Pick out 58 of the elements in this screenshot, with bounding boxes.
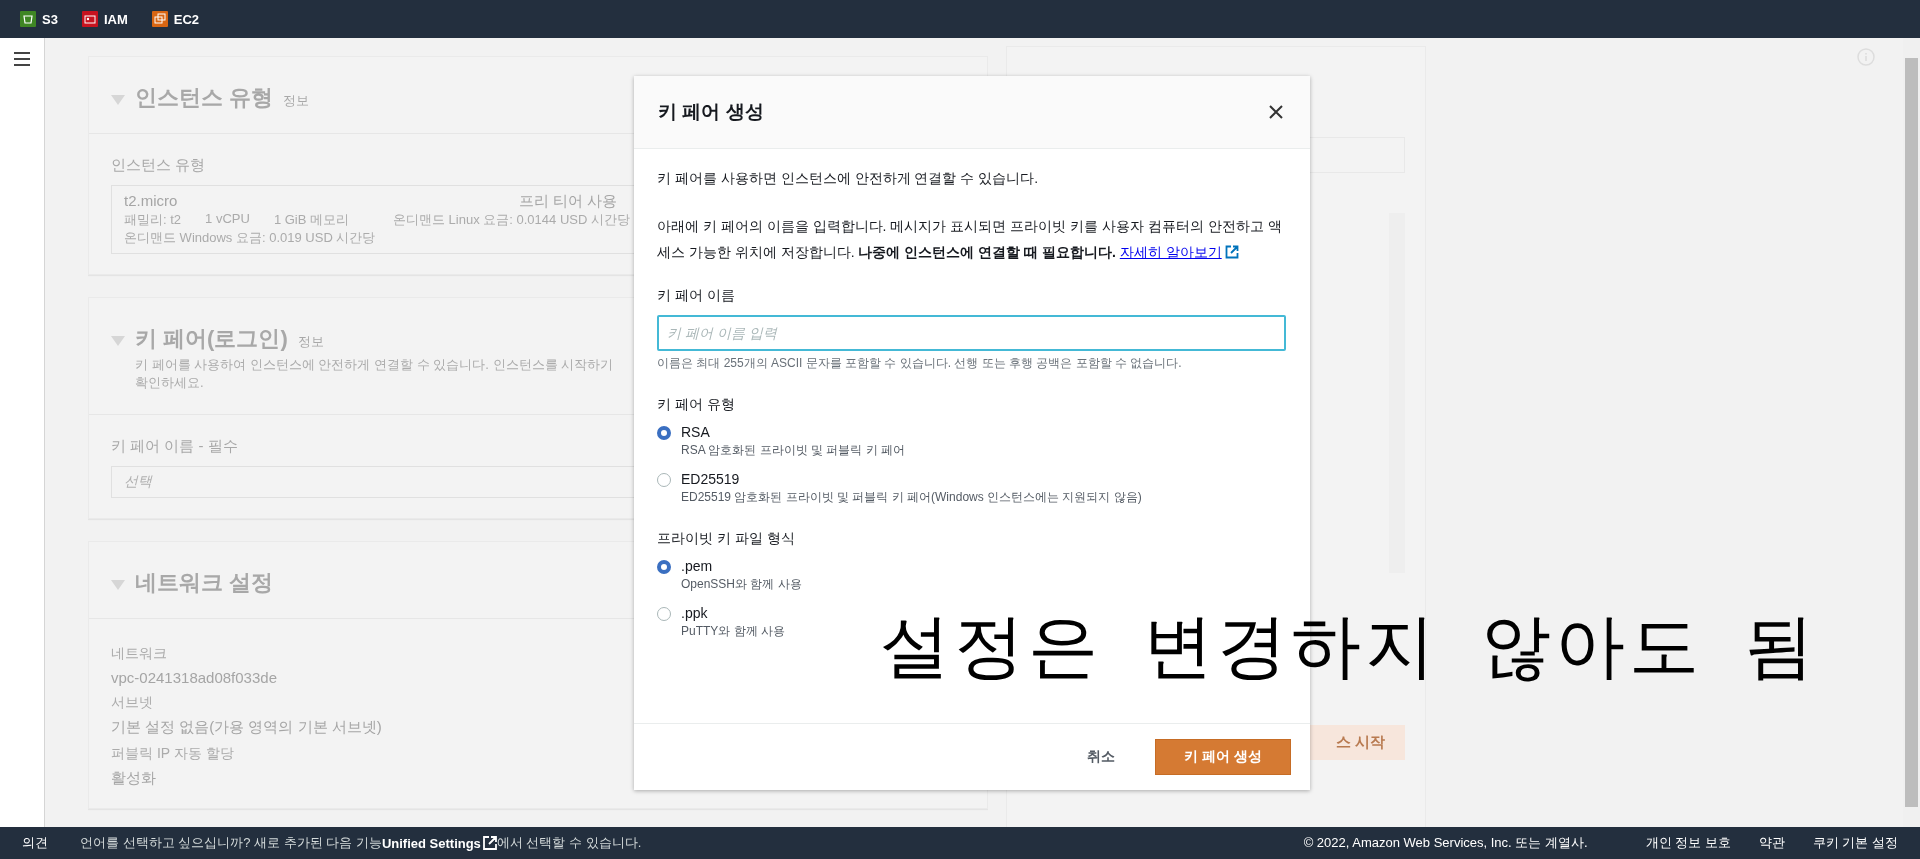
- language-message-end: 에서 선택할 수 있습니다.: [496, 834, 642, 852]
- dialog-title: 키 페어 생성: [658, 100, 764, 124]
- menu-icon[interactable]: [14, 52, 30, 66]
- field-value: vpc-0241318ad08f033de: [111, 669, 277, 686]
- annotation-text: 설정은 변경하지 않아도 됨: [880, 606, 1819, 687]
- server-icon: [151, 11, 168, 27]
- option-label[interactable]: RSA: [681, 424, 905, 440]
- external-link-icon: [1224, 245, 1239, 259]
- footer-link[interactable]: 약관: [1758, 834, 1785, 852]
- collapse-caret-icon[interactable]: [111, 580, 125, 590]
- group-label: 프라이빗 키 파일 형식: [657, 530, 796, 548]
- intro-text: 키 페어를 사용하면 인스턴스에 안전하게 연결할 수 있습니다.: [657, 169, 1040, 188]
- field-label: 퍼블릭 IP 자동 할당: [111, 745, 234, 763]
- footer-link[interactable]: 개인 정보 보호: [1645, 834, 1731, 852]
- radio-button[interactable]: [657, 426, 671, 440]
- option-label[interactable]: .pem: [681, 558, 802, 574]
- cancel-button[interactable]: 취소: [1073, 740, 1129, 774]
- instance-spec: 1 vCPU: [205, 211, 250, 228]
- id-card-icon: [81, 11, 98, 27]
- option-description: OpenSSH와 함께 사용: [681, 576, 802, 593]
- bucket-icon: [20, 11, 36, 27]
- service-shortcut[interactable]: S3: [20, 11, 58, 27]
- unified-settings-link[interactable]: Unified Settings: [381, 835, 481, 851]
- option-description: RSA 암호화된 프라이빗 및 퍼블릭 키 페어: [681, 442, 905, 459]
- instance-spec: 1 GiB 메모리: [273, 211, 349, 229]
- field-label: 네트워크: [111, 645, 167, 663]
- learn-more-link[interactable]: 자세히 알아보기: [1119, 239, 1239, 265]
- field-label: 키 페어 이름: [657, 287, 736, 305]
- feedback-link[interactable]: 의견: [22, 834, 48, 852]
- field-value: 기본 설정 없음(가용 영역의 기본 서브넷): [111, 718, 382, 737]
- external-link-icon: [482, 836, 497, 850]
- section-description: 키 페어를 사용하여 인스턴스에 안전하게 연결할 수 있습니다. 인스턴스를 시작하기 확인하세요.: [135, 356, 614, 392]
- instance-spec: 패밀리: t2: [124, 211, 182, 229]
- instance-spec: 온디맨드 Windows 요금: 0.019 USD 시간당: [124, 229, 376, 247]
- copyright-text: © 2022, Amazon Web Services, Inc. 또는 계열사.: [1303, 834, 1588, 852]
- field-label: 인스턴스 유형: [111, 156, 206, 175]
- option-label[interactable]: .ppk: [681, 605, 785, 621]
- option-description: PuTTY와 함께 사용: [681, 623, 785, 640]
- close-icon[interactable]: [1268, 104, 1284, 120]
- service-shortcut[interactable]: EC2: [151, 11, 200, 27]
- field-hint: 이름은 최대 255개의 ASCII 문자를 포함할 수 있습니다. 선행 또는 후행 공백은 포함할 수 없습니다.: [657, 355, 1183, 372]
- free-tier-label: 프리 티어 사용: [519, 192, 618, 211]
- field-value: 활성화: [111, 769, 156, 788]
- group-label: 키 페어 유형: [657, 396, 736, 414]
- instance-spec: 온디맨드 Linux 요금: 0.0144 USD 시간당: [393, 211, 630, 229]
- scrollbar-thumb[interactable]: [1905, 58, 1918, 807]
- section-title: 인스턴스 유형: [135, 84, 274, 112]
- key-pair-name-input[interactable]: 키 페어 이름 입력: [657, 315, 1286, 351]
- section-title: 키 페어(로그인): [135, 325, 288, 353]
- collapse-caret-icon[interactable]: [111, 95, 125, 105]
- field-label: 키 페어 이름 - 필수: [111, 437, 238, 456]
- radio-button[interactable]: [657, 560, 671, 574]
- language-message: 언어를 선택하고 싶으십니까? 새로 추가된 다음 기능: [80, 834, 382, 852]
- collapse-caret-icon[interactable]: [111, 336, 125, 346]
- field-label: 서브넷: [111, 694, 153, 712]
- footer-link[interactable]: 쿠키 기본 설정: [1812, 834, 1898, 852]
- service-shortcut[interactable]: IAM: [81, 11, 128, 27]
- section-title: 네트워크 설정: [135, 569, 274, 597]
